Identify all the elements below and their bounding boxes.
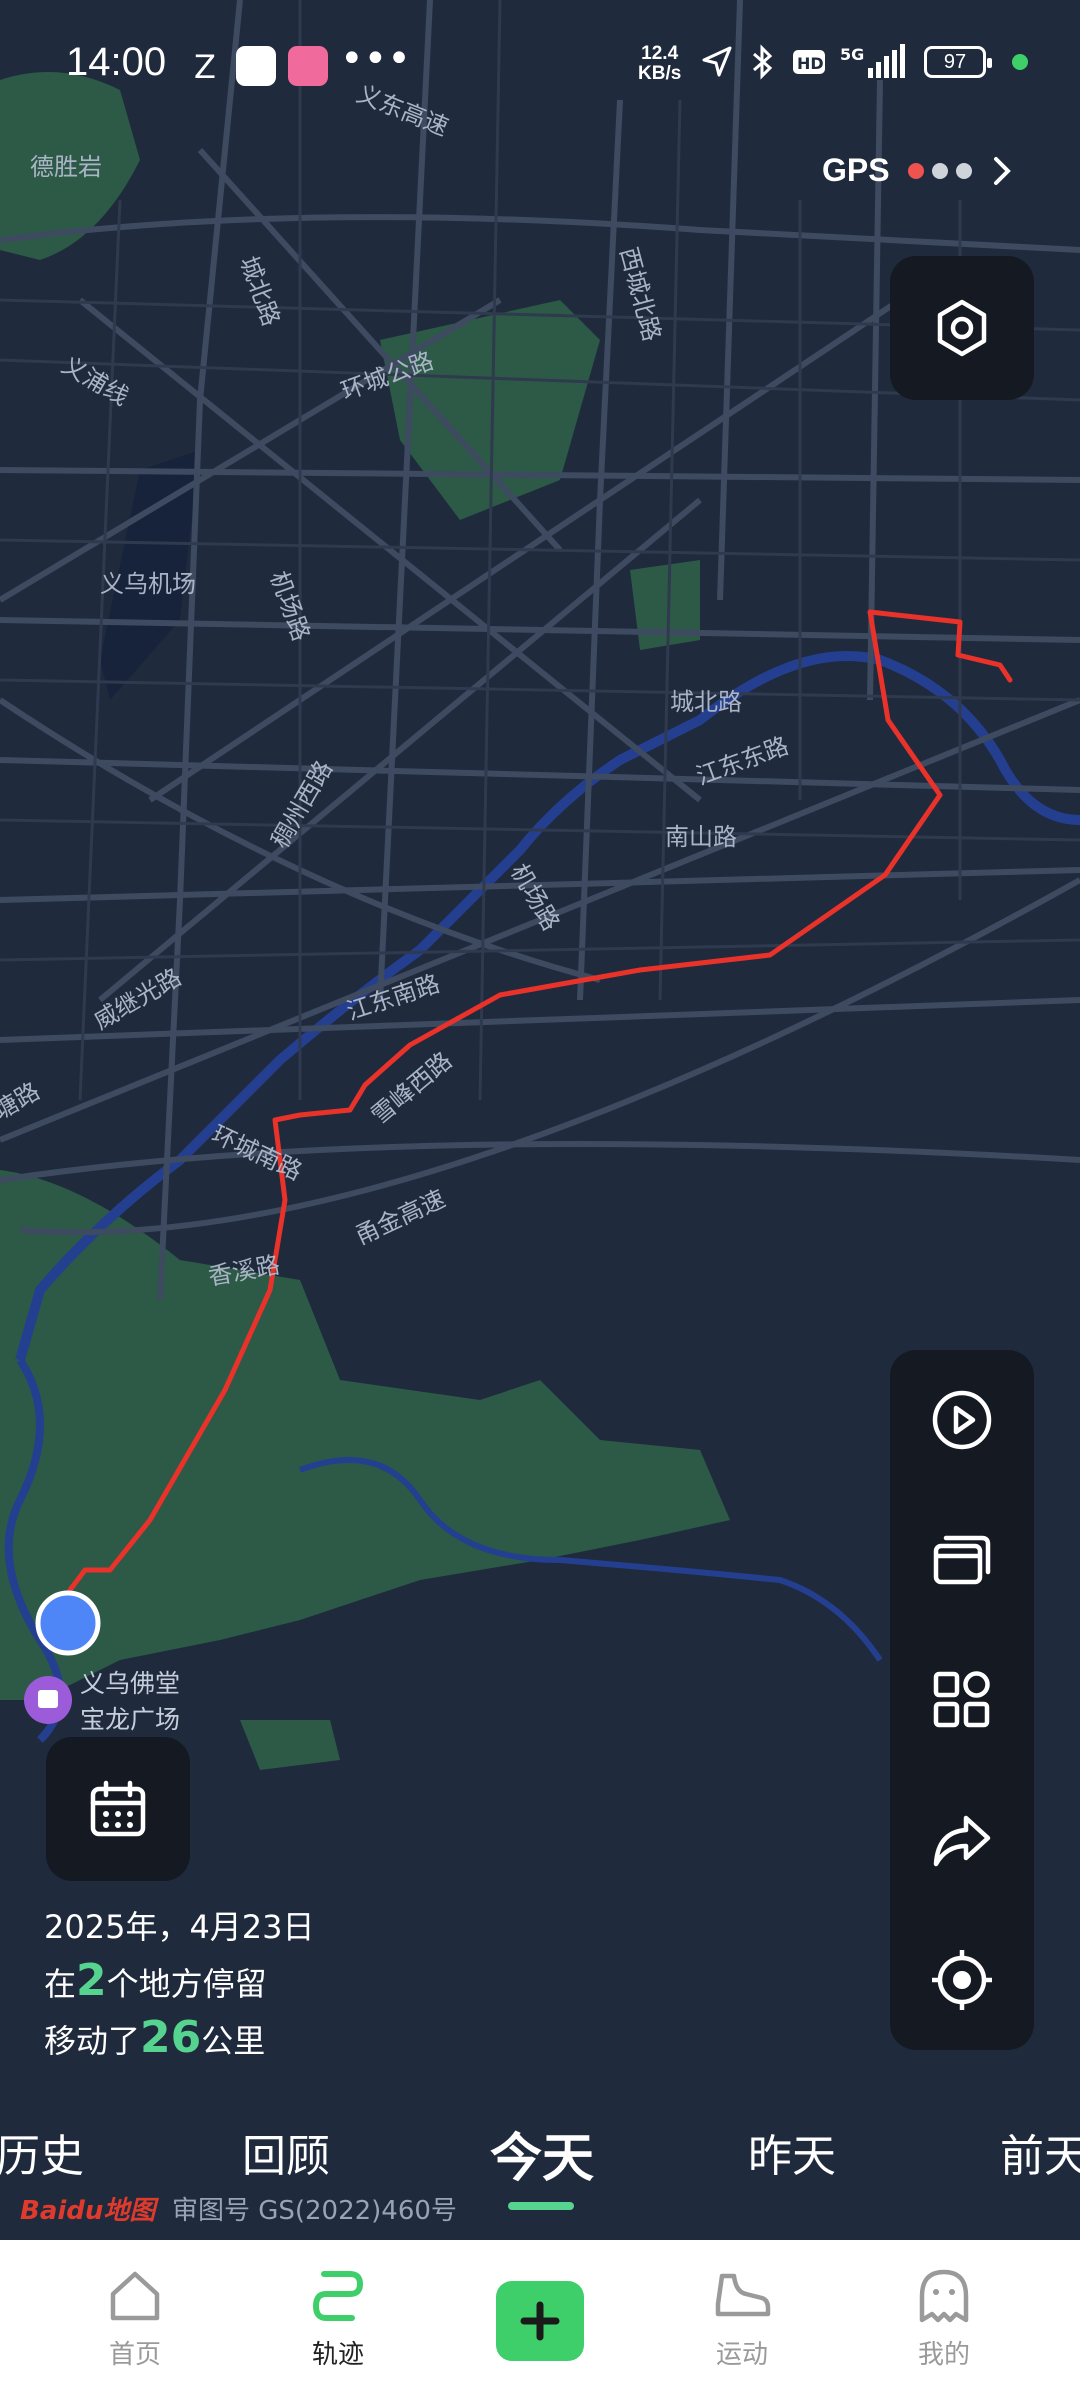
- tab-today[interactable]: 今天: [490, 2116, 594, 2191]
- bluetooth-icon: [753, 44, 773, 80]
- app-z-icon: Z: [194, 48, 216, 86]
- net-speed-value: 12.4: [641, 43, 679, 64]
- stay-count: 2: [76, 1955, 107, 2006]
- play-icon: [932, 1390, 992, 1450]
- hexagon-settings-icon: [937, 299, 987, 357]
- shoe-icon: [715, 2273, 771, 2317]
- cards-icon: [933, 1535, 991, 1585]
- map-label: 城北路: [670, 688, 742, 716]
- gps-dot-2: [931, 162, 948, 179]
- status-icons: HD 5G 97: [700, 44, 1028, 80]
- gps-label: GPS: [822, 152, 890, 188]
- distance-unit: 公里: [201, 2022, 266, 2060]
- active-tab-indicator: [508, 2202, 574, 2210]
- map-license: 审图号 GS(2022)460号: [171, 2196, 457, 2226]
- stay-suffix: 个地方停留: [106, 1965, 267, 2003]
- summary-date: 2025年，4月23日: [44, 1908, 315, 1946]
- chevron-right-icon: [993, 156, 1011, 185]
- map-label: 德胜岩: [30, 153, 102, 181]
- profile-icon: [919, 2269, 969, 2323]
- nav-label: 轨迹: [311, 2340, 364, 2370]
- move-prefix: 移动了: [44, 2022, 141, 2060]
- stay-prefix: 在: [44, 1965, 77, 2003]
- gps-dot-3: [955, 162, 972, 179]
- grid-icon: [933, 1671, 990, 1728]
- gps-status[interactable]: GPS: [822, 152, 1018, 189]
- tab-review[interactable]: 回顾: [242, 2120, 330, 2184]
- day-summary: 2025年，4月23日 在2个地方停留 移动了26公里: [44, 1900, 315, 2068]
- calendar-button[interactable]: [46, 1737, 190, 1881]
- bilibili-icon: [288, 46, 328, 86]
- more-notifications-icon: •••: [340, 36, 411, 82]
- calendar-icon: [90, 1780, 146, 1837]
- add-button[interactable]: [496, 2281, 584, 2361]
- apps-grid-button[interactable]: [912, 1650, 1012, 1750]
- summary-distance: 移动了26公里: [44, 2011, 315, 2068]
- nav-label: 运动: [715, 2340, 768, 2370]
- nav-sport[interactable]: 运动: [682, 2268, 802, 2371]
- battery-icon: 97: [924, 46, 992, 78]
- distance-value: 26: [140, 2012, 202, 2063]
- nav-track[interactable]: 轨迹: [278, 2268, 398, 2371]
- nav-mine[interactable]: 我的: [884, 2268, 1004, 2371]
- status-bar: 14:00 Z ••• 12.4 KB/s HD 5G 97: [0, 0, 1080, 130]
- location-arrow-icon: [702, 46, 732, 77]
- nav-home[interactable]: 首页: [75, 2268, 195, 2371]
- tab-yesterday[interactable]: 昨天: [748, 2120, 836, 2184]
- bottom-nav: 首页 轨迹 运动 我的: [0, 2240, 1080, 2400]
- map-toolbar: [890, 1350, 1034, 2050]
- svg-text:Z: Z: [194, 48, 216, 86]
- cards-button[interactable]: [912, 1510, 1012, 1610]
- hd-icon: HD: [793, 50, 825, 74]
- baidu-logo: Baidu地图: [20, 2196, 156, 2226]
- locate-icon: [932, 1950, 992, 2010]
- map-settings-button[interactable]: [890, 256, 1034, 400]
- gps-dot-1: [907, 162, 924, 179]
- tab-history[interactable]: 历史: [0, 2120, 84, 2184]
- home-icon: [110, 2271, 160, 2321]
- play-track-button[interactable]: [912, 1370, 1012, 1470]
- share-button[interactable]: [912, 1790, 1012, 1890]
- share-icon: [933, 1815, 991, 1867]
- nav-label: 我的: [917, 2340, 970, 2370]
- locate-button[interactable]: [912, 1930, 1012, 2030]
- nav-label: 首页: [108, 2340, 161, 2370]
- summary-stays: 在2个地方停留: [44, 1954, 315, 2011]
- svg-text:HD: HD: [797, 54, 824, 73]
- map-label: 义乌机场: [100, 570, 196, 598]
- status-time: 14:00: [66, 40, 167, 84]
- network-type: 5G: [840, 45, 864, 64]
- signal-5g-icon: 5G: [840, 44, 905, 78]
- map-label: 义乌佛堂: [80, 1669, 180, 1698]
- map-label: 宝龙广场: [80, 1705, 180, 1734]
- net-speed: 12.4 KB/s: [638, 44, 681, 84]
- chat-app-icon: [236, 46, 276, 86]
- privacy-dot: [1012, 54, 1028, 70]
- net-speed-unit: KB/s: [638, 63, 682, 84]
- plus-icon: [520, 2301, 560, 2341]
- date-tabs: 历史 回顾 今天 昨天 前天: [0, 2120, 1080, 2200]
- battery-level: 97: [943, 50, 967, 73]
- map-label: 南山路: [665, 823, 737, 851]
- track-icon: [312, 2271, 364, 2321]
- tab-day-before[interactable]: 前天: [1000, 2120, 1080, 2184]
